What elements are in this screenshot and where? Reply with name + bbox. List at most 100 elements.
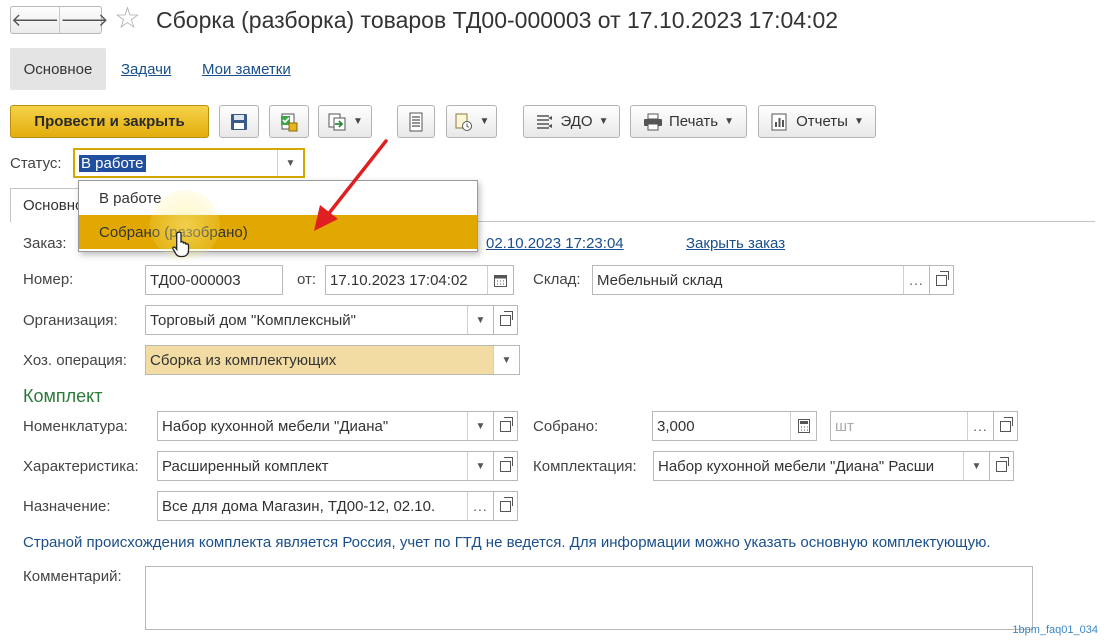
status-option-assembled[interactable]: Собрано (разобрано)	[79, 215, 477, 249]
purpose-label: Назначение:	[23, 498, 111, 515]
chevron-down-icon[interactable]: ▼	[467, 306, 493, 334]
post-and-close-button[interactable]: Провести и закрыть	[10, 105, 209, 138]
forward-arrow-icon[interactable]: 🡒	[60, 7, 108, 33]
open-icon	[500, 416, 513, 432]
print-label: Печать	[668, 113, 719, 130]
assembled-value: 3,000	[657, 417, 695, 435]
open-icon	[500, 496, 513, 512]
assembled-input[interactable]: 3,000	[652, 411, 817, 441]
chevron-down-icon: ▼	[479, 116, 490, 127]
warehouse-label: Склад:	[533, 271, 581, 288]
window-title: Сборка (разборка) товаров ТД00-000003 от…	[156, 7, 839, 33]
order-label: Заказ:	[23, 235, 67, 252]
nomenclature-label: Номенклатура:	[23, 418, 128, 435]
nomenclature-select[interactable]: Набор кухонной мебели "Диана" ▼	[157, 411, 494, 441]
open-purpose-button[interactable]	[494, 491, 518, 521]
date-label: от:	[297, 271, 317, 288]
create-based-icon	[328, 113, 346, 130]
reports-button[interactable]: Отчеты ▼	[758, 105, 876, 138]
post-document-icon	[281, 113, 298, 131]
order-link[interactable]: 02.10.2023 17:23:04	[486, 235, 624, 252]
open-unit-button[interactable]	[994, 411, 1018, 441]
open-nomenclature-button[interactable]	[494, 411, 518, 441]
chevron-down-icon[interactable]: ▼	[963, 452, 989, 480]
org-select[interactable]: Торговый дом "Комплексный" ▼	[145, 305, 494, 335]
edo-label: ЭДО	[560, 113, 593, 130]
annotation-arrow-icon	[314, 139, 388, 231]
nomenclature-value: Набор кухонной мебели "Диана"	[162, 417, 389, 435]
warehouse-input[interactable]: Мебельный склад ...	[592, 265, 930, 295]
tab-tasks[interactable]: Задачи	[121, 61, 171, 78]
purpose-value: Все для дома Магазин, ТД00-12, 02.10.	[162, 497, 436, 515]
chevron-down-icon: ▼	[853, 116, 864, 127]
number-input[interactable]: ТД00-000003	[145, 265, 283, 295]
org-value: Торговый дом "Комплексный"	[150, 311, 356, 329]
open-warehouse-button[interactable]	[930, 265, 954, 295]
open-characteristic-button[interactable]	[494, 451, 518, 481]
reports-icon	[771, 113, 787, 130]
save-button[interactable]	[219, 105, 259, 138]
printer-icon	[643, 113, 662, 130]
status-value: В работе	[79, 154, 146, 172]
print-button[interactable]: Печать ▼	[630, 105, 747, 138]
status-label: Статус:	[10, 155, 62, 172]
characteristic-label: Характеристика:	[23, 458, 139, 475]
edo-icon	[537, 114, 553, 129]
status-select[interactable]: В работе ▼	[73, 148, 305, 178]
date-input[interactable]: 17.10.2023 17:04:02	[325, 265, 514, 295]
open-icon	[500, 456, 513, 472]
tab-notes[interactable]: Мои заметки	[202, 61, 291, 78]
calculator-icon[interactable]	[790, 412, 816, 440]
comment-textarea[interactable]	[145, 566, 1033, 630]
more-icon[interactable]: ...	[467, 492, 493, 520]
comment-label: Комментарий:	[23, 568, 122, 585]
unit-input[interactable]: шт ...	[830, 411, 994, 441]
operation-select[interactable]: Сборка из комплектующих ▼	[145, 345, 520, 375]
attachments-button[interactable]: ▼	[446, 105, 497, 138]
chevron-down-icon[interactable]: ▼	[467, 452, 493, 480]
chevron-down-icon: ▼	[724, 116, 735, 127]
back-arrow-icon[interactable]: 🡐	[11, 7, 61, 33]
chevron-down-icon: ▼	[353, 116, 363, 127]
open-icon	[936, 270, 949, 286]
kit-section-title: Комплект	[23, 386, 103, 406]
number-label: Номер:	[23, 271, 74, 288]
status-option-in-progress[interactable]: В работе	[79, 181, 477, 215]
open-kitting-button[interactable]	[990, 451, 1014, 481]
org-label: Организация:	[23, 312, 118, 329]
more-icon[interactable]: ...	[903, 266, 929, 294]
edo-button[interactable]: ЭДО ▼	[523, 105, 620, 138]
number-value: ТД00-000003	[150, 271, 241, 289]
calendar-icon[interactable]	[487, 266, 513, 294]
open-icon	[996, 456, 1009, 472]
info-text: Страной происхождения комплекта является…	[23, 534, 991, 551]
tab-main[interactable]: Основное	[10, 48, 106, 90]
list-icon	[409, 112, 423, 131]
post-button[interactable]	[269, 105, 309, 138]
chevron-down-icon[interactable]: ▼	[467, 412, 493, 440]
hand-cursor-icon	[172, 231, 190, 258]
operation-label: Хоз. операция:	[23, 352, 127, 369]
assembled-label: Собрано:	[533, 418, 599, 435]
warehouse-value: Мебельный склад	[597, 271, 723, 289]
operation-value: Сборка из комплектующих	[146, 346, 493, 374]
open-icon	[1000, 416, 1013, 432]
purpose-input[interactable]: Все для дома Магазин, ТД00-12, 02.10. ..…	[157, 491, 494, 521]
date-value: 17.10.2023 17:04:02	[330, 271, 468, 289]
kitting-value: Набор кухонной мебели "Диана" Расши	[658, 457, 935, 475]
open-org-button[interactable]	[494, 305, 518, 335]
kitting-label: Комплектация:	[533, 458, 637, 475]
chevron-down-icon: ▼	[598, 116, 609, 127]
more-icon[interactable]: ...	[967, 412, 993, 440]
create-based-on-button[interactable]: ▼	[318, 105, 372, 138]
close-order-link[interactable]: Закрыть заказ	[686, 235, 785, 252]
characteristic-value: Расширенный комплект	[162, 457, 329, 475]
favorite-star-icon[interactable]: ☆	[114, 4, 141, 34]
attachment-icon	[455, 113, 472, 131]
status-dropdown-list: В работе Собрано (разобрано)	[78, 180, 478, 252]
document-journal-button[interactable]	[397, 105, 435, 138]
nav-buttons: 🡐 🡒	[10, 6, 109, 34]
characteristic-select[interactable]: Расширенный комплект ▼	[157, 451, 494, 481]
kitting-select[interactable]: Набор кухонной мебели "Диана" Расши ▼	[653, 451, 990, 481]
chevron-down-icon[interactable]: ▼	[493, 346, 519, 374]
